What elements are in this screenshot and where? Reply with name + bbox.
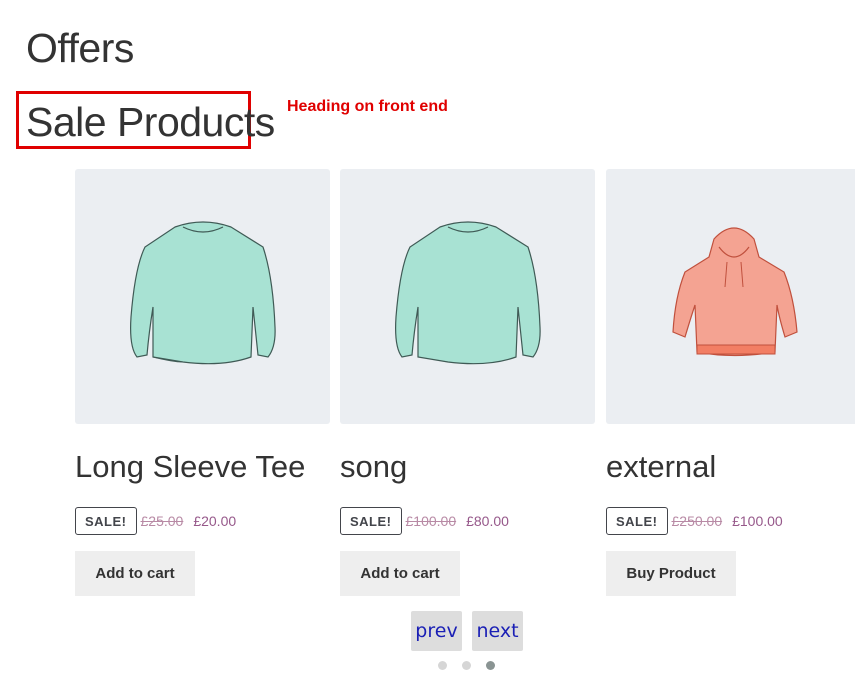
product-card: Long Sleeve Tee SALE! £25.00 £20.00 Add … <box>75 169 330 596</box>
add-to-cart-button[interactable]: Add to cart <box>75 551 195 596</box>
hoodie-icon <box>671 226 798 356</box>
add-to-cart-button[interactable]: Add to cart <box>340 551 460 596</box>
pagination-dot-2[interactable] <box>462 661 471 670</box>
price-row: SALE! £25.00 £20.00 <box>75 506 236 536</box>
section-title: Sale Products <box>26 99 275 145</box>
product-image[interactable] <box>340 169 595 424</box>
buy-product-button[interactable]: Buy Product <box>606 551 736 596</box>
old-price: £25.00 <box>140 513 184 529</box>
product-title[interactable]: song <box>340 449 407 485</box>
prev-button[interactable]: prev <box>411 611 462 651</box>
product-title[interactable]: Long Sleeve Tee <box>75 449 305 485</box>
product-card: external SALE! £250.00 £100.00 Buy Produ… <box>606 169 855 596</box>
product-carousel: Long Sleeve Tee SALE! £25.00 £20.00 Add … <box>75 169 855 609</box>
old-price: £250.00 <box>671 513 723 529</box>
long-sleeve-tee-icon <box>394 220 541 364</box>
pagination-dot-1[interactable] <box>438 661 447 670</box>
long-sleeve-tee-icon <box>129 220 276 364</box>
product-image[interactable] <box>75 169 330 424</box>
price-row: SALE! £100.00 £80.00 <box>340 506 509 536</box>
product-card: song SALE! £100.00 £80.00 Add to cart <box>340 169 595 596</box>
page-title: Offers <box>26 25 134 71</box>
sale-price: £80.00 <box>466 513 509 529</box>
product-title[interactable]: external <box>606 449 716 485</box>
sale-price: £100.00 <box>732 513 783 529</box>
annotation-label: Heading on front end <box>287 98 448 115</box>
sale-price: £20.00 <box>193 513 237 529</box>
old-price: £100.00 <box>405 513 457 529</box>
sale-badge: SALE! <box>340 507 402 535</box>
sale-badge: SALE! <box>75 507 137 535</box>
sale-badge: SALE! <box>606 507 668 535</box>
next-button[interactable]: next <box>472 611 523 651</box>
pagination-dot-3[interactable] <box>486 661 495 670</box>
price-row: SALE! £250.00 £100.00 <box>606 506 783 536</box>
product-image[interactable] <box>606 169 855 424</box>
